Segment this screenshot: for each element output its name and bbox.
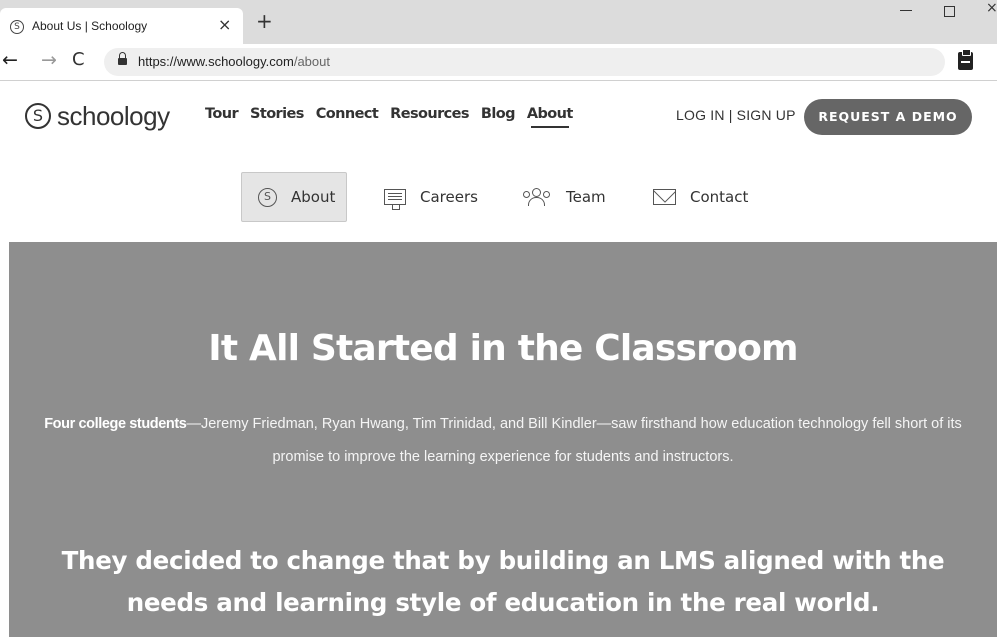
subnav-team-label: Team	[566, 188, 606, 206]
request-demo-button[interactable]: REQUEST A DEMO	[804, 99, 972, 135]
nav-blog[interactable]: Blog	[481, 106, 516, 122]
subnav-contact-label: Contact	[690, 188, 749, 206]
reload-icon[interactable]: C	[72, 49, 85, 70]
nav-about[interactable]: About	[527, 106, 573, 128]
logo-wordmark: schoology	[57, 101, 170, 131]
browser-toolbar: ← → C https://www.schoology.com/about	[0, 44, 997, 81]
address-bar[interactable]: https://www.schoology.com/about	[104, 48, 945, 76]
main-nav: Tour Stories Connect Resources Blog Abou…	[205, 106, 573, 128]
hero-body: Four college students—Jeremy Friedman, R…	[33, 408, 973, 474]
tab-close-icon[interactable]: ×	[218, 15, 231, 34]
envelope-icon	[653, 189, 676, 205]
nav-resources[interactable]: Resources	[390, 106, 469, 122]
subnav-about[interactable]: S About	[241, 172, 347, 222]
lock-icon[interactable]	[118, 52, 127, 66]
url-path: /about	[293, 54, 330, 69]
subnav-contact[interactable]: Contact	[653, 172, 748, 222]
schoology-s-icon: S	[258, 187, 277, 207]
subnav-careers[interactable]: Careers	[384, 172, 478, 222]
window-close-icon[interactable]: ×	[986, 0, 997, 16]
careers-board-icon	[384, 189, 406, 210]
url-host: https://www.schoology.com	[138, 54, 294, 69]
hero-title: It All Started in the Classroom	[208, 328, 798, 369]
subnav-about-label: About	[291, 188, 336, 206]
schoology-logo-icon: S	[25, 103, 51, 129]
browser-tab-bar: S About Us | Schoology × + ×	[0, 0, 997, 44]
subnav-team[interactable]: Team	[522, 172, 606, 222]
url-text[interactable]: https://www.schoology.com/about	[138, 54, 330, 69]
hero-tagline: They decided to change that by building …	[61, 546, 945, 617]
back-arrow-icon[interactable]: ←	[2, 49, 18, 71]
forward-arrow-icon[interactable]: →	[41, 49, 57, 71]
subnav-careers-label: Careers	[420, 188, 478, 206]
login-signup-link[interactable]: LOG IN | SIGN UP	[676, 107, 796, 123]
schoology-favicon-icon: S	[10, 20, 24, 34]
tab-title: About Us | Schoology	[32, 19, 148, 33]
new-tab-icon[interactable]: +	[256, 9, 273, 33]
browser-tab[interactable]: S About Us | Schoology ×	[0, 8, 243, 44]
team-people-icon	[522, 188, 552, 206]
nav-connect[interactable]: Connect	[316, 106, 379, 122]
hero-body-bold: Four college students	[44, 416, 187, 432]
hero-body-rest: —Jeremy Friedman, Ryan Hwang, Tim Trinid…	[186, 416, 962, 465]
nav-tour[interactable]: Tour	[205, 106, 239, 122]
hero-section: It All Started in the Classroom Four col…	[9, 242, 997, 637]
clipboard-extension-icon[interactable]	[958, 49, 973, 70]
window-minimize-icon[interactable]	[900, 2, 912, 14]
nav-stories[interactable]: Stories	[250, 106, 304, 122]
about-sub-nav: S About Careers Team Contact	[9, 153, 997, 242]
window-maximize-icon[interactable]	[944, 6, 955, 17]
site-header: S schoology Tour Stories Connect Resourc…	[9, 81, 997, 153]
